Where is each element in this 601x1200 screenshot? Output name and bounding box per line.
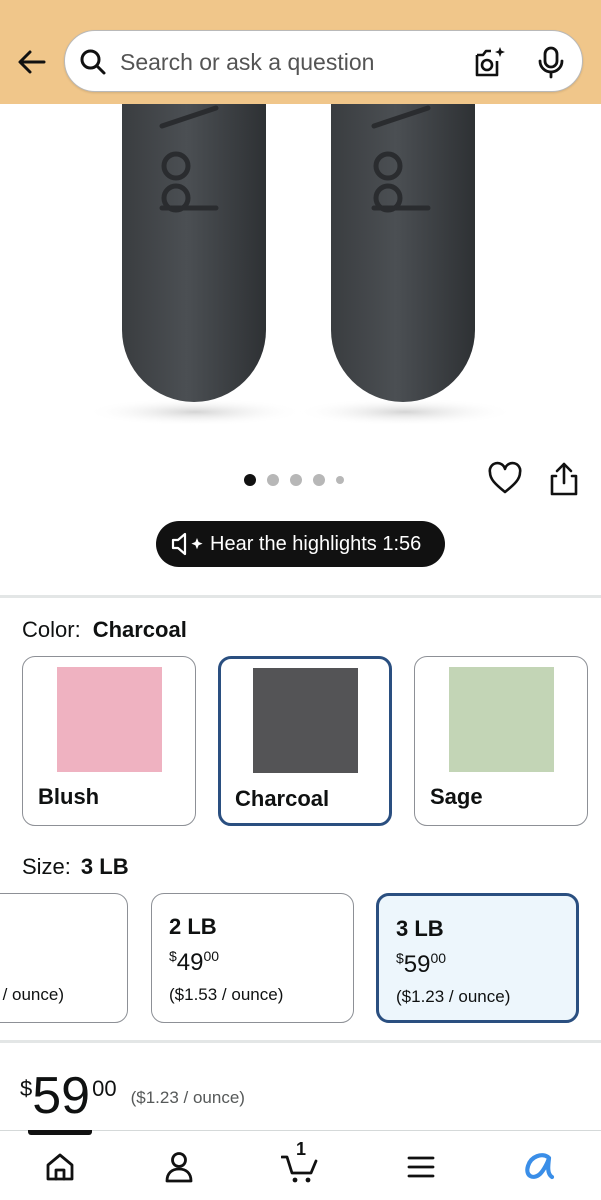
color-option-sage[interactable]: Sage [414,656,588,826]
carousel-dot[interactable] [267,474,279,486]
size-option-name: 3 LB [396,916,444,941]
hear-highlights-button[interactable]: Hear the highlights 1:56 [156,521,445,567]
hear-highlights-label: Hear the highlights 1:56 [210,532,422,555]
share-icon[interactable] [546,461,582,497]
color-selected-value: Charcoal [92,617,187,642]
color-option-blush[interactable]: Blush [22,656,196,826]
search-input[interactable]: Search or ask a question [120,49,374,76]
size-label: Size: [22,854,71,879]
color-option-label: Sage [430,784,483,809]
section-divider [0,595,601,598]
heart-icon[interactable] [487,461,523,497]
price-currency: $ [20,1076,33,1101]
search-icon [80,49,106,75]
color-option-label: Charcoal [235,786,330,811]
size-option-price: $4900 [169,948,220,976]
color-option-charcoal[interactable]: Charcoal [218,656,392,826]
product-price: $ 59 00 ($1.23 / ounce) [20,1068,245,1124]
size-unit-price: / ounce) [2,985,64,1004]
size-selected-value: 3 LB [80,854,129,879]
price-per-unit: ($1.23 / ounce) [130,1088,245,1107]
color-option-label: Blush [38,784,100,809]
size-unit-price: ($1.53 / ounce) [169,985,284,1004]
color-swatch [449,667,554,772]
product-image[interactable] [0,104,601,434]
carousel-dot[interactable] [313,474,325,486]
top-bar: Search or ask a question [0,0,601,104]
assistant-icon [525,1153,555,1180]
size-option-2lb[interactable]: 2 LB $4900 ($1.53 / ounce) [151,893,354,1023]
menu-icon [407,1156,435,1178]
speaker-sparkle-icon [171,532,203,556]
search-bar[interactable]: Search or ask a question [64,30,583,92]
cart-count-badge: 1 [296,1139,307,1159]
size-option-partial[interactable]: / ounce) [0,893,128,1023]
back-arrow-icon[interactable] [14,44,50,80]
camera-search-icon[interactable] [471,44,507,80]
section-divider [0,1040,601,1043]
carousel-dot[interactable] [244,474,256,486]
active-tab-indicator [28,1130,92,1135]
size-option-price: $5900 [396,950,447,978]
price-fraction: 00 [92,1076,117,1101]
size-unit-price: ($1.23 / ounce) [396,987,511,1006]
nav-assistant[interactable] [520,1147,560,1187]
size-option-name: 2 LB [169,914,217,939]
price-whole: 59 [32,1067,91,1125]
user-icon [165,1152,193,1183]
nav-cart[interactable]: 1 [281,1139,321,1187]
nav-menu[interactable] [401,1147,441,1187]
size-option-3lb[interactable]: 3 LB $5900 ($1.23 / ounce) [376,893,579,1023]
color-heading: Color: Charcoal [22,617,187,643]
color-label: Color: [22,617,81,642]
image-carousel-dots[interactable] [244,473,344,487]
carousel-dot[interactable] [290,474,302,486]
microphone-icon[interactable] [533,44,569,80]
carousel-dot[interactable] [336,476,344,484]
nav-account[interactable] [159,1147,199,1187]
color-swatch [253,668,358,773]
nav-home[interactable] [40,1147,80,1187]
bottom-navigation: 1 [0,1130,601,1200]
color-swatch [57,667,162,772]
size-heading: Size: 3 LB [22,854,129,880]
home-icon [46,1153,74,1181]
